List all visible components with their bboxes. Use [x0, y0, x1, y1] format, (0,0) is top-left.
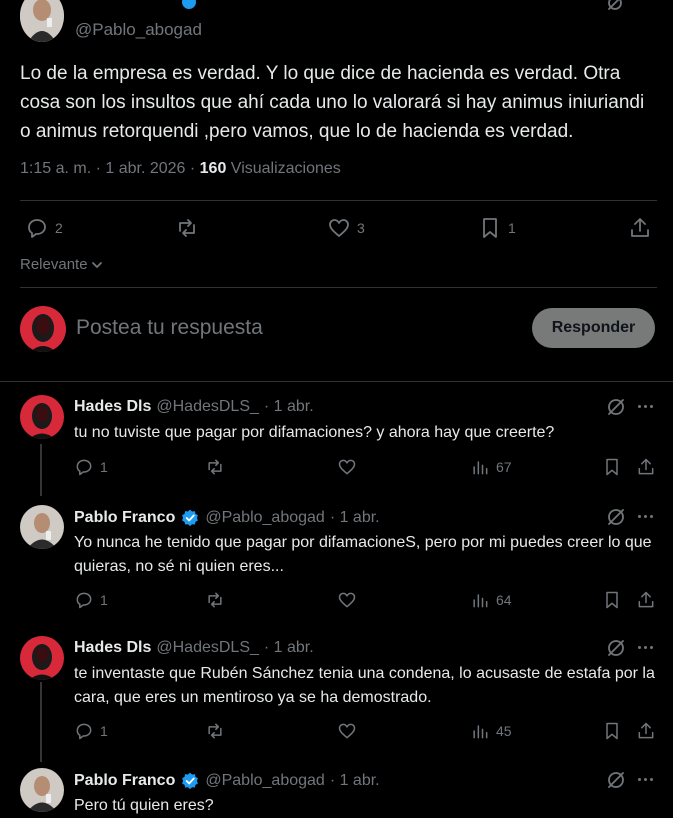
reply-date[interactable]: · 1 abr. [330, 772, 380, 790]
current-user-avatar[interactable] [20, 306, 66, 352]
views-label: Visualizaciones [226, 160, 341, 177]
reply-author-name[interactable]: Hades Dls [74, 639, 151, 657]
reply-date[interactable]: · 1 abr. [264, 398, 314, 416]
reply-icon [76, 459, 92, 476]
reply-action[interactable]: 1 [74, 457, 108, 477]
share-icon[interactable] [636, 721, 656, 741]
reply-author-handle[interactable]: @HadesDLS_ [156, 639, 259, 657]
reply-icon [76, 723, 92, 740]
reply-avatar[interactable] [20, 636, 64, 680]
more-options-icon[interactable] [638, 778, 653, 781]
views-action[interactable]: 64 [470, 590, 512, 610]
reply-avatar[interactable] [20, 505, 64, 549]
bookmark-icon[interactable] [602, 590, 622, 610]
grok-icon[interactable] [606, 397, 626, 417]
reply-author-name[interactable]: Pablo Franco [74, 509, 175, 527]
divider [20, 200, 657, 201]
reply-count: 1 [100, 459, 108, 475]
tweet-timestamp[interactable]: 1:15 a. m. · 1 abr. 2026 · [20, 160, 200, 177]
verified-badge-icon [181, 0, 197, 10]
reply-date[interactable]: · 1 abr. [264, 639, 314, 657]
heart-icon[interactable] [337, 457, 357, 477]
analytics-icon [473, 594, 488, 608]
reply-text: Pero tú quien eres? [74, 797, 214, 814]
repost-icon[interactable] [205, 457, 225, 477]
reply-action[interactable]: 1 [74, 590, 108, 610]
reply-icon [76, 592, 92, 609]
more-options-icon[interactable] [638, 646, 653, 649]
grok-icon[interactable] [606, 507, 626, 527]
share-icon[interactable] [636, 457, 656, 477]
like-count: 3 [357, 220, 365, 236]
bookmark-count: 1 [508, 220, 516, 236]
reply-author-name[interactable]: Hades Dls [74, 398, 151, 416]
views-action[interactable]: 45 [470, 721, 512, 741]
heart-icon[interactable] [337, 721, 357, 741]
reply-icon [28, 219, 46, 238]
reply-input[interactable]: Postea tu respuesta [76, 316, 263, 340]
reply-action[interactable]: 2 [25, 216, 63, 240]
section-separator [0, 381, 673, 382]
reply-action[interactable]: 1 [74, 721, 108, 741]
share-icon [631, 218, 649, 237]
reply-text: Yo nunca he tenido que pagar por difamac… [74, 534, 652, 575]
reply-author-handle[interactable]: @HadesDLS_ [156, 398, 259, 416]
reply-text: te inventaste que Rubén Sánchez tenia un… [74, 665, 655, 706]
repost-icon[interactable] [205, 590, 225, 610]
repost-icon[interactable] [205, 721, 225, 741]
reply-text: tu no tuviste que pagar por difamaciones… [74, 424, 555, 441]
views-action[interactable]: 67 [470, 457, 512, 477]
views-count: 45 [496, 723, 512, 739]
reply-header: Hades Dls @HadesDLS_ · 1 abr. [74, 398, 314, 416]
reply-avatar[interactable] [20, 768, 64, 812]
repost-action[interactable] [175, 216, 199, 240]
reply-header: Hades Dls @HadesDLS_ · 1 abr. [74, 639, 314, 657]
bookmark-action[interactable]: 1 [478, 216, 516, 240]
verified-badge-icon [182, 509, 199, 527]
grok-icon[interactable] [606, 0, 624, 18]
reply-author-handle[interactable]: @Pablo_abogad [205, 509, 324, 527]
bookmark-icon[interactable] [602, 721, 622, 741]
reply-author-handle[interactable]: @Pablo_abogad [205, 772, 324, 790]
views-count: 160 [199, 160, 227, 177]
author-handle[interactable]: @Pablo_abogad [75, 20, 202, 40]
bookmark-icon [483, 218, 497, 238]
grok-icon[interactable] [606, 770, 626, 790]
sort-dropdown[interactable]: Relevante [20, 256, 104, 273]
grok-icon[interactable] [606, 638, 626, 658]
reply-count: 1 [100, 592, 108, 608]
chevron-down-icon [91, 261, 102, 268]
reply-avatar[interactable] [20, 395, 64, 439]
verified-badge-icon [182, 772, 199, 790]
views-count: 67 [496, 459, 512, 475]
reply-button[interactable]: Responder [532, 308, 655, 348]
reply-count: 2 [55, 220, 63, 236]
reply-header: Pablo Franco @Pablo_abogad · 1 abr. [74, 508, 380, 528]
reply-date[interactable]: · 1 abr. [330, 509, 380, 527]
tweet-text: Lo de la empresa es verdad. Y lo que dic… [20, 63, 645, 142]
share-action[interactable] [628, 216, 652, 240]
divider [20, 287, 657, 288]
author-avatar[interactable] [20, 0, 64, 42]
like-action[interactable]: 3 [327, 216, 365, 240]
reply-header: Pablo Franco @Pablo_abogad · 1 abr. [74, 771, 380, 791]
share-icon[interactable] [636, 590, 656, 610]
more-options-icon[interactable] [638, 405, 653, 408]
reply-count: 1 [100, 723, 108, 739]
analytics-icon [473, 461, 488, 475]
views-count: 64 [496, 592, 512, 608]
sort-label: Relevante [20, 256, 88, 273]
thread-line [40, 682, 42, 762]
more-options-icon[interactable] [638, 515, 653, 518]
analytics-icon [473, 725, 488, 739]
thread-line [40, 444, 42, 496]
heart-icon[interactable] [337, 590, 357, 610]
heart-icon [329, 219, 349, 237]
reply-author-name[interactable]: Pablo Franco [74, 772, 175, 790]
repost-icon [179, 219, 195, 237]
tweet-meta: 1:15 a. m. · 1 abr. 2026 · 160 Visualiza… [20, 160, 341, 178]
bookmark-icon[interactable] [602, 457, 622, 477]
